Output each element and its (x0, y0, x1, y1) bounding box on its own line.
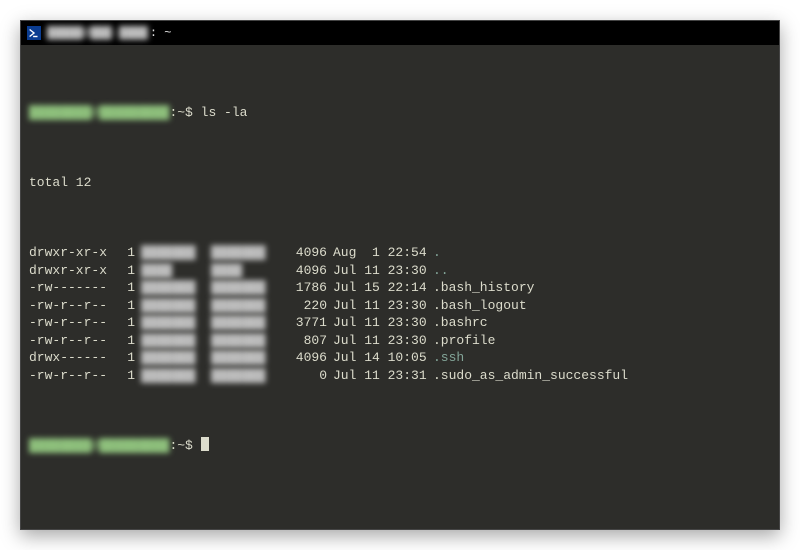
file-size: 220 (281, 297, 327, 315)
file-name: .. (433, 262, 449, 280)
file-owner: ████ (141, 262, 211, 280)
file-owner: ███████ (141, 244, 211, 262)
file-name: . (433, 244, 441, 262)
file-links: 1 (119, 279, 135, 297)
file-name: .profile (433, 332, 495, 350)
prompt-user: ████████@█████████ (29, 438, 169, 453)
file-permissions: drwxr-xr-x (29, 262, 119, 280)
file-group: ███████ (211, 297, 281, 315)
cursor-icon (201, 437, 209, 451)
file-group: ███████ (211, 244, 281, 262)
file-size: 4096 (281, 244, 327, 262)
terminal-window: █████@███-████ : ~ ████████@█████████:~$… (20, 20, 780, 530)
terminal-body[interactable]: ████████@█████████:~$ ls -la total 12 dr… (21, 45, 779, 529)
file-date: Jul 11 23:30 (333, 297, 433, 315)
file-name: .ssh (433, 349, 464, 367)
prompt-path: :~$ (169, 105, 192, 120)
total-line: total 12 (29, 174, 771, 192)
file-links: 1 (119, 314, 135, 332)
file-permissions: -rw-r--r-- (29, 297, 119, 315)
window-title: █████@███-████ : ~ (47, 26, 171, 40)
file-owner: ███████ (141, 349, 211, 367)
file-owner: ███████ (141, 279, 211, 297)
file-name: .bashrc (433, 314, 488, 332)
file-owner: ███████ (141, 332, 211, 350)
file-owner: ███████ (141, 297, 211, 315)
file-group: ███████ (211, 332, 281, 350)
file-date: Jul 11 23:30 (333, 262, 433, 280)
file-name: .bash_logout (433, 297, 527, 315)
file-date: Jul 14 10:05 (333, 349, 433, 367)
file-size: 3771 (281, 314, 327, 332)
file-date: Jul 11 23:30 (333, 314, 433, 332)
list-item: drwxr-xr-x1████████4096Jul 11 23:30.. (29, 262, 771, 280)
powershell-icon (27, 26, 41, 40)
list-item: -rw-r--r--1██████████████3771Jul 11 23:3… (29, 314, 771, 332)
prompt-line-1: ████████@█████████:~$ ls -la (29, 104, 771, 122)
list-item: -rw-r--r--1██████████████0Jul 11 23:31.s… (29, 367, 771, 385)
file-size: 4096 (281, 349, 327, 367)
file-date: Jul 15 22:14 (333, 279, 433, 297)
file-permissions: -rw-r--r-- (29, 314, 119, 332)
file-links: 1 (119, 244, 135, 262)
file-permissions: -rw------- (29, 279, 119, 297)
file-size: 1786 (281, 279, 327, 297)
file-links: 1 (119, 332, 135, 350)
title-user-blur: █████@███-████ (47, 26, 148, 40)
file-size: 807 (281, 332, 327, 350)
list-item: -rw-------1██████████████1786Jul 15 22:1… (29, 279, 771, 297)
file-name: .sudo_as_admin_successful (433, 367, 628, 385)
prompt-user: ████████@█████████ (29, 105, 169, 120)
list-item: -rw-r--r--1██████████████807Jul 11 23:30… (29, 332, 771, 350)
file-permissions: drwx------ (29, 349, 119, 367)
file-date: Aug 1 22:54 (333, 244, 433, 262)
list-item: -rw-r--r--1██████████████220Jul 11 23:30… (29, 297, 771, 315)
list-item: drwx------1██████████████4096Jul 14 10:0… (29, 349, 771, 367)
file-owner: ███████ (141, 314, 211, 332)
file-date: Jul 11 23:30 (333, 332, 433, 350)
file-links: 1 (119, 262, 135, 280)
list-item: drwxr-xr-x1██████████████4096Aug 1 22:54… (29, 244, 771, 262)
title-path: : ~ (150, 26, 172, 40)
file-permissions: -rw-r--r-- (29, 367, 119, 385)
file-links: 1 (119, 367, 135, 385)
file-permissions: -rw-r--r-- (29, 332, 119, 350)
prompt-path: :~$ (169, 438, 192, 453)
command-text: ls -la (201, 105, 248, 120)
file-links: 1 (119, 349, 135, 367)
file-date: Jul 11 23:31 (333, 367, 433, 385)
file-permissions: drwxr-xr-x (29, 244, 119, 262)
file-listing: drwxr-xr-x1██████████████4096Aug 1 22:54… (29, 244, 771, 384)
file-group: ███████ (211, 279, 281, 297)
prompt-line-2: ████████@█████████:~$ (29, 437, 771, 455)
file-owner: ███████ (141, 367, 211, 385)
titlebar[interactable]: █████@███-████ : ~ (21, 21, 779, 45)
file-name: .bash_history (433, 279, 534, 297)
file-group: ███████ (211, 367, 281, 385)
file-group: ████ (211, 262, 281, 280)
file-group: ███████ (211, 314, 281, 332)
file-size: 4096 (281, 262, 327, 280)
file-group: ███████ (211, 349, 281, 367)
file-links: 1 (119, 297, 135, 315)
file-size: 0 (281, 367, 327, 385)
